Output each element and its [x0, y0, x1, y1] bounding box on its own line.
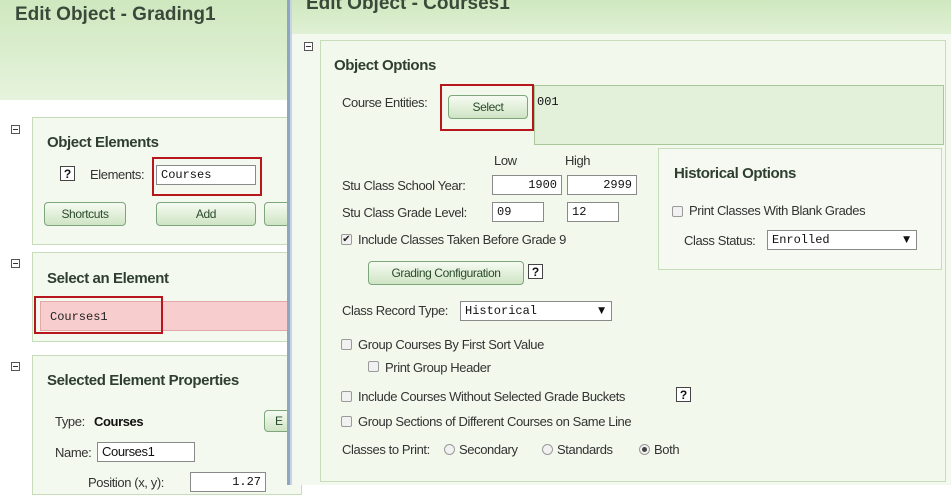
class-status-value: Enrolled	[772, 233, 830, 247]
right-window-title: Edit Object - Courses1	[306, 0, 510, 14]
high-header: High	[565, 153, 591, 168]
object-elements-collapse-icon[interactable]	[11, 125, 20, 134]
secondary-radio[interactable]	[444, 444, 455, 455]
shortcuts-button[interactable]: Shortcuts	[44, 202, 126, 226]
include-before-9-label: Include Classes Taken Before Grade 9	[358, 232, 566, 247]
grade-level-low-input[interactable]: 09	[492, 202, 544, 222]
group-first-sort-checkbox[interactable]	[341, 339, 352, 350]
add-button[interactable]: Add	[156, 202, 256, 226]
select-element-collapse-icon[interactable]	[11, 259, 20, 268]
chevron-down-icon: ▼	[598, 306, 605, 316]
help-icon[interactable]: ?	[60, 166, 75, 181]
include-without-buckets-label: Include Courses Without Selected Grade B…	[358, 389, 626, 404]
name-label: Name:	[55, 445, 92, 460]
secondary-label: Secondary	[459, 442, 518, 457]
historical-options-title: Historical Options	[674, 165, 796, 182]
left-window-title: Edit Object - Grading1	[15, 4, 216, 25]
school-year-low-input[interactable]: 1900	[492, 175, 562, 195]
left-window: Edit Object - Grading1 Object Elements ?…	[0, 0, 302, 495]
help-icon[interactable]: ?	[528, 264, 543, 279]
print-group-header-checkbox[interactable]	[368, 361, 379, 372]
object-options-collapse-icon[interactable]	[304, 42, 313, 51]
course-entities-value: 001	[537, 95, 559, 109]
position-x-input[interactable]: 1.27	[190, 472, 266, 492]
chevron-down-icon: ▼	[903, 235, 910, 245]
standards-radio[interactable]	[542, 444, 553, 455]
standards-label: Standards	[557, 442, 613, 457]
class-status-label: Class Status:	[684, 233, 756, 248]
name-input[interactable]: Courses1	[97, 442, 195, 462]
elements-highlight	[152, 157, 262, 196]
include-without-buckets-checkbox[interactable]	[341, 391, 352, 402]
type-value: Courses	[94, 414, 144, 429]
grade-level-high-input[interactable]: 12	[567, 202, 619, 222]
both-label: Both	[654, 442, 680, 457]
position-label: Position (x, y):	[88, 475, 164, 490]
record-type-select[interactable]: Historical ▼	[460, 301, 612, 321]
print-group-header-label: Print Group Header	[385, 360, 491, 375]
properties-collapse-icon[interactable]	[11, 362, 20, 371]
record-type-value: Historical	[465, 304, 538, 318]
classes-to-print-label: Classes to Print:	[342, 442, 430, 457]
group-first-sort-label: Group Courses By First Sort Value	[358, 337, 544, 352]
element-highlight	[34, 296, 163, 334]
course-entities-box[interactable]	[534, 85, 944, 145]
object-elements-title: Object Elements	[47, 134, 159, 151]
type-label: Type:	[55, 414, 85, 429]
record-type-label: Class Record Type:	[342, 303, 448, 318]
select-element-title: Select an Element	[47, 270, 169, 287]
right-window: Edit Object - Courses1 Object Options Co…	[292, 0, 951, 485]
elements-label: Elements:	[90, 167, 145, 182]
grade-level-label: Stu Class Grade Level:	[342, 205, 467, 220]
group-sections-label: Group Sections of Different Courses on S…	[358, 414, 632, 429]
object-options-title: Object Options	[334, 57, 436, 74]
print-blank-grades-checkbox[interactable]	[672, 206, 683, 217]
course-entities-label: Course Entities:	[342, 95, 428, 110]
properties-title: Selected Element Properties	[47, 372, 239, 389]
select-button-highlight	[440, 84, 534, 131]
school-year-label: Stu Class School Year:	[342, 178, 466, 193]
group-sections-checkbox[interactable]	[341, 416, 352, 427]
grading-configuration-button[interactable]: Grading Configuration	[368, 261, 524, 285]
school-year-high-input[interactable]: 2999	[567, 175, 637, 195]
class-status-select[interactable]: Enrolled ▼	[767, 230, 917, 250]
print-blank-grades-label: Print Classes With Blank Grades	[689, 203, 866, 218]
include-before-9-checkbox[interactable]: ✔	[341, 234, 352, 245]
both-radio[interactable]	[639, 444, 650, 455]
low-header: Low	[494, 153, 517, 168]
help-icon[interactable]: ?	[676, 387, 691, 402]
